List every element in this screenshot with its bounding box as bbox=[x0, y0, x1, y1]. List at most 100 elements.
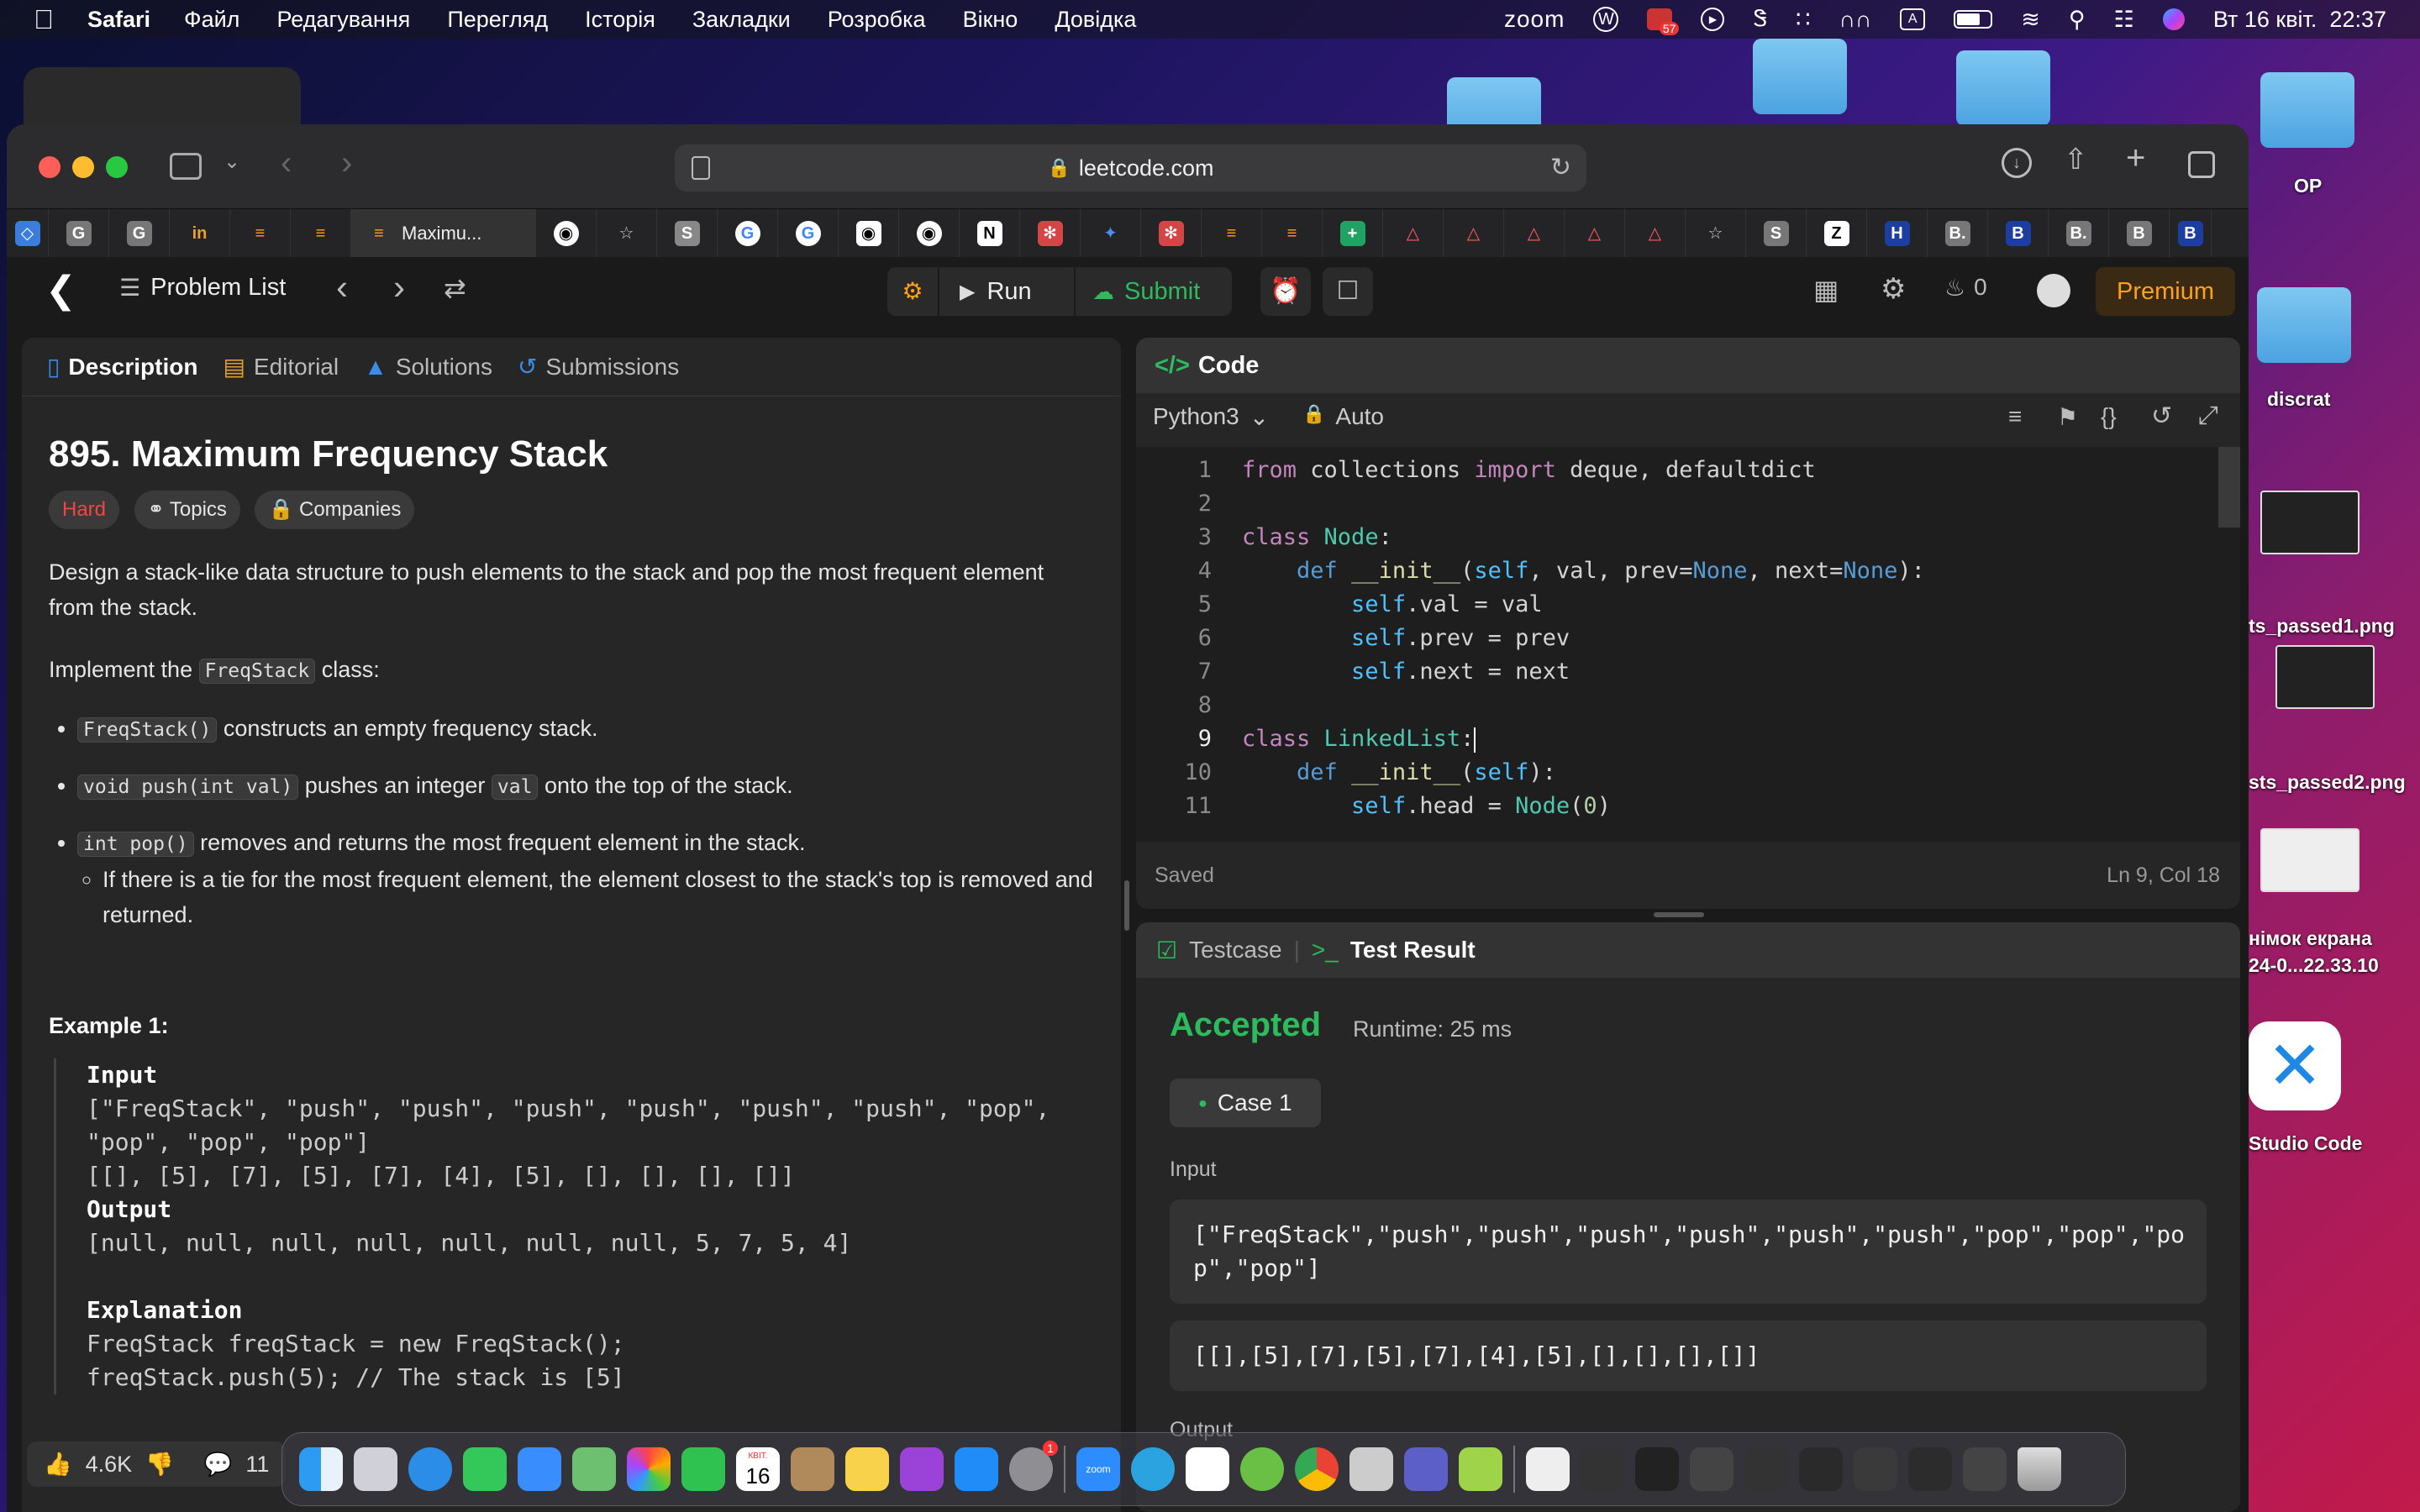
tab-favicon[interactable]: △ bbox=[1504, 208, 1565, 258]
tab-overview-icon[interactable] bbox=[2188, 151, 2215, 178]
timer-button[interactable]: ⏰ bbox=[1260, 267, 1311, 316]
system-settings-icon[interactable]: 1 bbox=[1009, 1441, 1058, 1491]
recent-item-thumbnail[interactable] bbox=[1581, 1447, 1624, 1491]
sidebar-toggle-icon[interactable] bbox=[170, 153, 202, 180]
reader-icon[interactable] bbox=[692, 156, 710, 180]
desktop-folder-icon[interactable] bbox=[1956, 50, 2050, 126]
calendar-icon[interactable]: КВІТ. 16 bbox=[736, 1447, 780, 1491]
next-problem-icon[interactable]: › bbox=[393, 267, 405, 307]
tab-favicon[interactable]: H bbox=[1867, 208, 1928, 258]
tab-favicon[interactable]: B. bbox=[1928, 208, 1988, 258]
tab-favicon[interactable]: S bbox=[657, 208, 718, 258]
app-store-icon[interactable] bbox=[955, 1447, 998, 1491]
tab-favicon[interactable]: ≡ bbox=[230, 208, 291, 258]
shuffle-icon[interactable]: ⇄ bbox=[444, 272, 466, 304]
recent-item-thumbnail[interactable] bbox=[1799, 1447, 1843, 1491]
panel-resize-handle[interactable] bbox=[1124, 880, 1129, 931]
problem-title[interactable]: 895. Maximum Frequency Stack bbox=[49, 436, 1094, 473]
vscode-icon[interactable]: ✕ bbox=[2249, 1021, 2341, 1110]
panel-resize-handle[interactable] bbox=[1654, 912, 1704, 917]
tab-favicon[interactable]: B bbox=[2109, 208, 2170, 258]
debug-button[interactable]: ⚙ bbox=[887, 267, 938, 316]
tab-favicon[interactable]: ≡ bbox=[291, 208, 351, 258]
dots-icon[interactable]: ∷ bbox=[1796, 7, 1810, 33]
forward-icon[interactable]: › bbox=[341, 144, 352, 182]
thumbs-down-icon[interactable]: 👎 bbox=[145, 1451, 174, 1478]
run-button[interactable]: ▶ Run bbox=[939, 267, 1074, 316]
menu-window[interactable]: Вікно bbox=[963, 7, 1018, 33]
language-select[interactable]: Python3 ⌄ bbox=[1153, 403, 1269, 431]
recent-item-thumbnail[interactable] bbox=[1963, 1447, 2007, 1491]
tab-favicon[interactable]: ✦ bbox=[1081, 208, 1141, 258]
tab-favicon[interactable]: ◇ bbox=[7, 208, 49, 258]
back-icon[interactable]: ‹ bbox=[281, 144, 292, 182]
premium-button[interactable]: Premium bbox=[2096, 267, 2235, 316]
menu-history[interactable]: Історія bbox=[585, 7, 655, 33]
settings-gear-icon[interactable]: ⚙ bbox=[1881, 272, 1906, 306]
reset-icon[interactable]: ↺ bbox=[2151, 402, 2172, 431]
desktop-folder-discrat-icon[interactable] bbox=[2257, 287, 2351, 363]
menu-help[interactable]: Довідка bbox=[1055, 7, 1136, 33]
tab-favicon[interactable]: S bbox=[1746, 208, 1807, 258]
tab-favicon[interactable]: B bbox=[1988, 208, 2049, 258]
desktop-file-thumbnail[interactable] bbox=[2275, 645, 2375, 709]
tab-description[interactable]: ▯ Description bbox=[47, 353, 197, 381]
braces-icon[interactable]: {} bbox=[2101, 403, 2117, 430]
wifi-icon[interactable]: ≋ bbox=[2021, 7, 2040, 33]
messages-icon[interactable] bbox=[463, 1447, 507, 1491]
control-center-icon[interactable]: ☷ bbox=[2114, 7, 2134, 33]
tab-favicon[interactable]: △ bbox=[1565, 208, 1625, 258]
tab-favicon[interactable]: Z bbox=[1807, 208, 1867, 258]
menu-clock[interactable]: Вт 16 квіт. 22:37 bbox=[2213, 7, 2386, 33]
menu-app-name[interactable]: Safari bbox=[87, 7, 150, 33]
menu-develop[interactable]: Розробка bbox=[828, 7, 926, 33]
app-icon[interactable] bbox=[1349, 1447, 1393, 1491]
tab-favicon[interactable]: △ bbox=[1383, 208, 1444, 258]
bookmark-icon[interactable]: ⚑ bbox=[2057, 403, 2078, 431]
minimize-window-button[interactable] bbox=[72, 156, 94, 178]
tab-favicon[interactable]: ≡ bbox=[1262, 208, 1323, 258]
tab-favicon[interactable]: ☆ bbox=[597, 208, 657, 258]
bluetooth-icon[interactable]: Ꮥ bbox=[1753, 6, 1767, 33]
prev-problem-icon[interactable]: ‹ bbox=[336, 267, 348, 307]
notes-button[interactable]: ☐ bbox=[1323, 267, 1373, 316]
teams-icon[interactable] bbox=[1404, 1447, 1448, 1491]
recent-item-thumbnail[interactable] bbox=[1744, 1447, 1788, 1491]
tab-favicon[interactable]: G bbox=[778, 208, 839, 258]
mail-icon[interactable] bbox=[518, 1447, 561, 1491]
chrome-icon[interactable] bbox=[1295, 1447, 1339, 1491]
leetcode-logo-icon[interactable]: ❮ bbox=[45, 269, 76, 312]
contacts-icon[interactable] bbox=[791, 1447, 834, 1491]
tab-favicon[interactable]: in bbox=[170, 208, 230, 258]
code-editor[interactable]: 1 2 3 4 5 6 7 8 9 10 11 from collections… bbox=[1136, 447, 2240, 842]
topics-badge[interactable]: ⚭ Topics bbox=[134, 491, 240, 529]
tab-favicon[interactable]: + bbox=[1323, 208, 1383, 258]
tab-solutions[interactable]: ▲ Solutions bbox=[364, 354, 492, 381]
tab-favicon[interactable]: G bbox=[718, 208, 778, 258]
vscode-icon[interactable] bbox=[1186, 1447, 1229, 1491]
tab-favicon[interactable]: B. bbox=[2049, 208, 2109, 258]
tab-favicon[interactable]: ✻ bbox=[1020, 208, 1081, 258]
telegram-icon[interactable] bbox=[1131, 1447, 1175, 1491]
input-source-icon[interactable]: A bbox=[1900, 8, 1926, 30]
tab-submissions[interactable]: ↺ Submissions bbox=[518, 353, 679, 381]
tab-favicon[interactable]: N bbox=[960, 208, 1020, 258]
avatar[interactable] bbox=[2037, 274, 2070, 307]
podcasts-icon[interactable] bbox=[900, 1447, 944, 1491]
menu-bookmarks[interactable]: Закладки bbox=[692, 7, 791, 33]
tab-favicon[interactable]: ◉ bbox=[536, 208, 597, 258]
launchpad-icon[interactable] bbox=[354, 1447, 397, 1491]
tab-test-result[interactable]: Test Result bbox=[1350, 937, 1476, 963]
recent-item-thumbnail[interactable] bbox=[1690, 1447, 1733, 1491]
charts-app-icon[interactable] bbox=[1459, 1447, 1502, 1491]
address-bar[interactable]: 🔒 leetcode.com ↻ bbox=[675, 144, 1586, 192]
recent-item-thumbnail[interactable] bbox=[1908, 1447, 1952, 1491]
zoom-status-item[interactable]: zoom bbox=[1504, 6, 1565, 33]
mode-select[interactable]: 🔒 Auto bbox=[1302, 403, 1384, 430]
chevron-down-icon[interactable]: ⌄ bbox=[224, 150, 240, 174]
reload-icon[interactable]: ↻ bbox=[1550, 153, 1571, 182]
utorrent-icon[interactable] bbox=[1240, 1447, 1284, 1491]
menu-view[interactable]: Перегляд bbox=[447, 7, 548, 33]
apple-icon[interactable]:  bbox=[34, 4, 54, 35]
case-tab[interactable]: ● Case 1 bbox=[1170, 1079, 1321, 1127]
